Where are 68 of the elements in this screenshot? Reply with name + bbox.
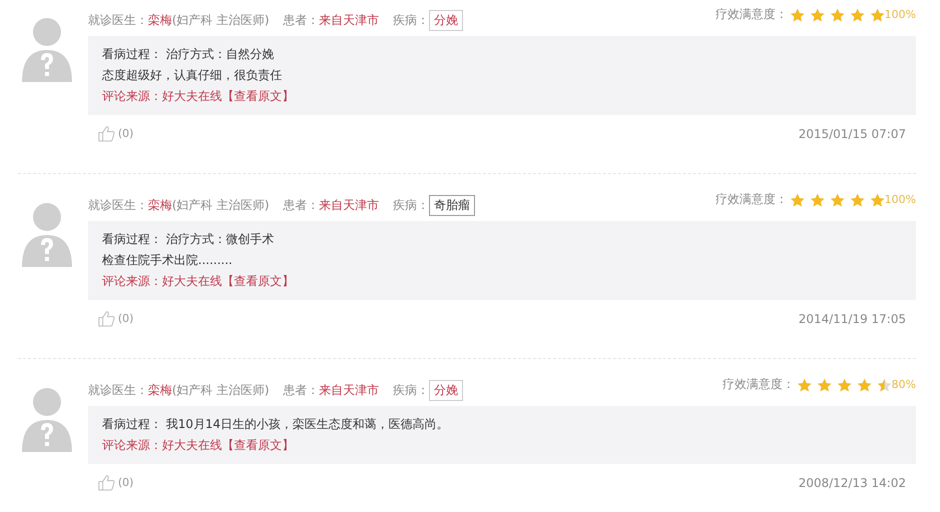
star-icon (790, 192, 805, 206)
like-button[interactable]: (0) (98, 310, 134, 327)
process-text: 治疗方式：微创手术 (166, 232, 274, 246)
review-time: 2008/12/13 14:02 (798, 476, 906, 490)
star-icon (870, 8, 885, 22)
avatar-icon (22, 201, 72, 267)
view-original-link[interactable]: 【查看原文】 (222, 274, 294, 288)
avatar-icon (22, 16, 72, 82)
patient-location: 来自天津市 (319, 12, 380, 29)
source-text: 评论来源：好大夫在线 (102, 438, 222, 452)
doctor-label: 就诊医生： (88, 12, 148, 29)
thumbs-up-icon (98, 310, 115, 327)
doctor-title: (妇产科 主治医师) (172, 197, 270, 214)
process-text: 治疗方式：自然分娩 (166, 47, 274, 61)
patient-label: 患者： (283, 12, 320, 29)
patient-location: 来自天津市 (319, 382, 380, 399)
review-text: 检查住院手术出院......... (102, 252, 234, 269)
thumbs-up-icon (98, 125, 115, 142)
star-icon (870, 192, 885, 206)
disease-label: 疾病： (393, 197, 430, 214)
star-icon (830, 8, 845, 22)
star-icon (830, 192, 845, 206)
rating-percent: 100% (884, 193, 916, 206)
doctor-label: 就诊医生： (88, 382, 148, 399)
star-icon (790, 8, 805, 22)
patient-label: 患者： (283, 382, 320, 399)
doctor-title: (妇产科 主治医师) (172, 12, 270, 29)
doctor-label: 就诊医生： (88, 197, 148, 214)
patient-label: 患者： (283, 197, 320, 214)
source-text: 评论来源：好大夫在线 (102, 274, 222, 288)
disease-tag: 奇胎瘤 (429, 195, 476, 216)
view-original-link[interactable]: 【查看原文】 (222, 438, 294, 452)
doctor-name: 栾梅 (148, 197, 172, 214)
like-button[interactable]: (0) (98, 474, 134, 491)
review-text: 态度超级好，认真仔细，很负责任 (102, 67, 283, 84)
thumbs-up-icon (98, 474, 115, 491)
view-original-link[interactable]: 【查看原文】 (222, 89, 294, 103)
star-icon (810, 192, 825, 206)
star-icon (796, 378, 812, 392)
doctor-title: (妇产科 主治医师) (172, 382, 270, 399)
like-button[interactable]: (0) (98, 125, 134, 142)
doctor-name: 栾梅 (148, 382, 172, 399)
avatar-icon (22, 386, 72, 452)
source-text: 评论来源：好大夫在线 (102, 89, 222, 103)
star-icon (816, 378, 832, 392)
patient-location: 来自天津市 (319, 197, 380, 214)
rating-label: 疗效满意度： (716, 191, 788, 208)
disease-label: 疾病： (393, 12, 430, 29)
disease-tag: 分娩 (429, 380, 464, 401)
rating-label: 疗效满意度： (722, 376, 795, 393)
process-label: 看病过程： (102, 417, 162, 431)
review-time: 2014/11/19 17:05 (798, 312, 906, 326)
star-icon (856, 378, 872, 392)
rating-percent: 100% (884, 8, 916, 21)
doctor-name: 栾梅 (148, 12, 172, 29)
process-text: 我10月14日生的小孩，栾医生态度和蔼，医德高尚。 (166, 417, 449, 431)
process-label: 看病过程： (102, 232, 162, 246)
review-time: 2015/01/15 07:07 (798, 126, 906, 140)
star-icon (850, 8, 865, 22)
disease-label: 疾病： (393, 382, 430, 399)
star-icon (850, 192, 865, 206)
disease-tag: 分娩 (429, 10, 464, 31)
star-icon (810, 8, 825, 22)
rating-percent: 80% (892, 378, 916, 391)
star-icon (876, 378, 892, 392)
process-label: 看病过程： (102, 47, 162, 61)
star-icon (836, 378, 852, 392)
rating-label: 疗效满意度： (716, 6, 788, 23)
